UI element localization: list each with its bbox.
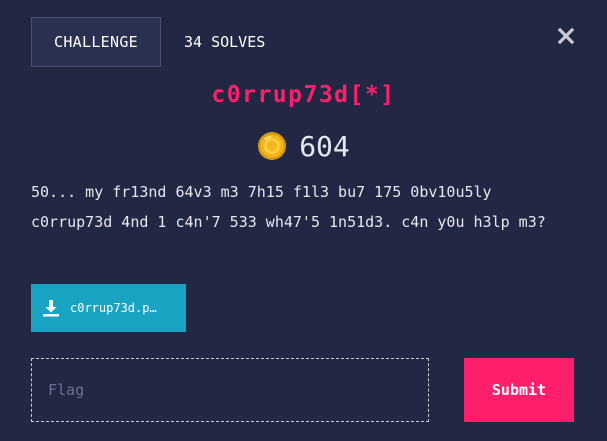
challenge-description: 50... my fr13nd 64v3 m3 7h15 f1l3 bu7 17…: [31, 183, 546, 231]
tab-challenge-label: CHALLENGE: [54, 33, 138, 51]
tab-solves-label: 34 SOLVES: [184, 33, 266, 51]
flag-input[interactable]: [31, 358, 429, 422]
close-icon: [557, 27, 575, 45]
close-button[interactable]: [554, 24, 578, 48]
points-value: 604: [299, 129, 350, 163]
coin-icon: [258, 132, 287, 160]
tab-challenge[interactable]: CHALLENGE: [31, 17, 161, 67]
challenge-title: c0rrup73d[*]: [211, 82, 396, 108]
points-row: 604: [0, 126, 607, 166]
download-icon: [43, 300, 59, 317]
challenge-modal: CHALLENGE 34 SOLVES c0rrup73d[*] 604 50.…: [0, 0, 607, 441]
submit-button[interactable]: Submit: [464, 358, 574, 422]
download-file-label: c0rrup73d.p…: [70, 301, 157, 315]
tab-solves[interactable]: 34 SOLVES: [175, 17, 265, 67]
download-file-button[interactable]: c0rrup73d.p…: [31, 284, 186, 332]
